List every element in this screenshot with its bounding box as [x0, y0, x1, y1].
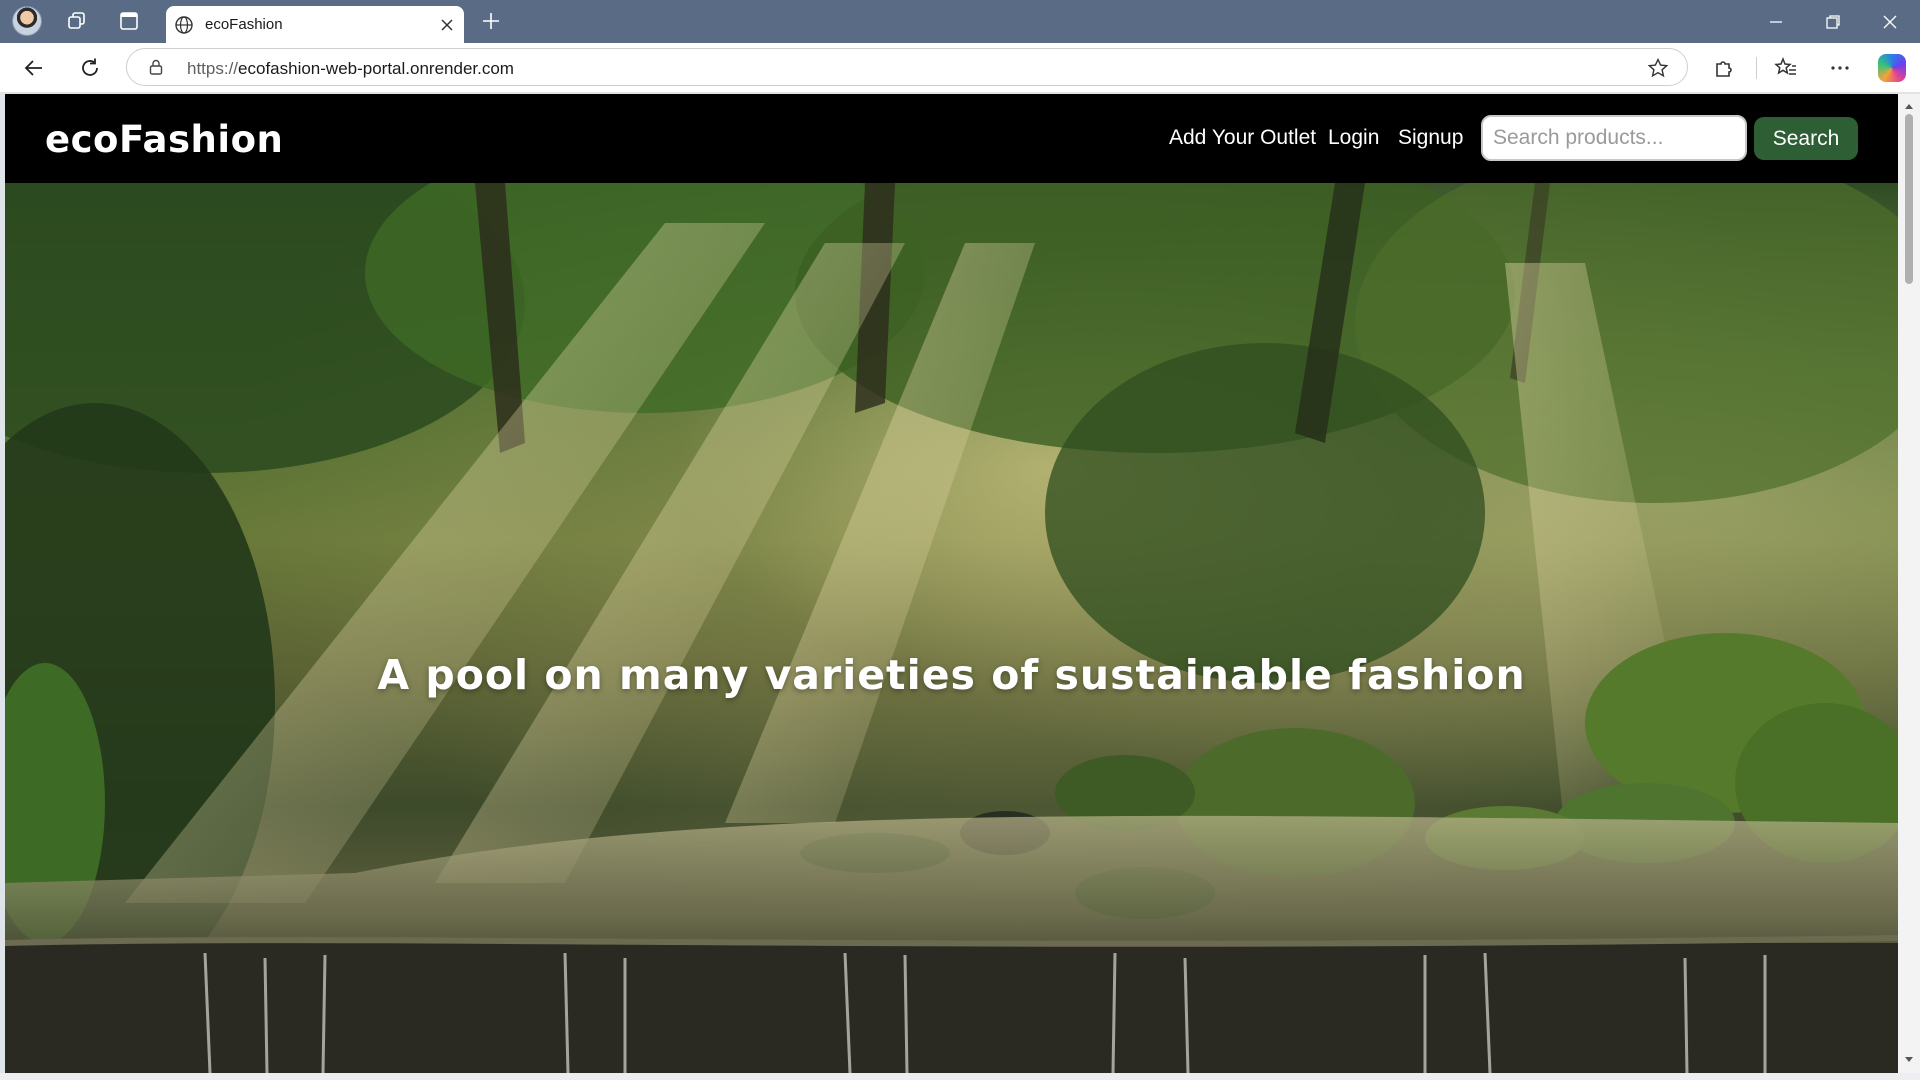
url-text: https://ecofashion-web-portal.onrender.c… [187, 59, 514, 79]
star-icon[interactable] [1647, 57, 1669, 79]
workspaces-icon[interactable] [66, 10, 88, 32]
copilot-icon[interactable] [1878, 54, 1906, 82]
site-navbar: ecoFashion Add Your Outlet Login Signup … [5, 94, 1898, 183]
forest-background-image [5, 183, 1898, 1073]
toolbar-divider [1756, 57, 1757, 79]
restore-icon[interactable] [1823, 12, 1843, 32]
nav-add-outlet-link[interactable]: Add Your Outlet [1169, 126, 1316, 150]
address-bar[interactable]: https://ecofashion-web-portal.onrender.c… [126, 48, 1688, 86]
url-scheme: https:// [187, 59, 239, 78]
close-icon[interactable] [440, 18, 454, 32]
search-button[interactable]: Search [1754, 117, 1858, 160]
tab-title: ecoFashion [205, 16, 283, 33]
scroll-thumb[interactable] [1905, 114, 1913, 284]
browser-toolbar: https://ecofashion-web-portal.onrender.c… [0, 43, 1920, 93]
hero-title: A pool on many varieties of sustainable … [377, 651, 1526, 699]
profile-avatar[interactable] [12, 6, 42, 36]
window-bottom-edge [0, 1073, 1920, 1080]
page-scrollbar[interactable] [1898, 94, 1920, 1073]
site-logo[interactable]: ecoFashion [45, 118, 283, 161]
scroll-down-arrow-icon[interactable] [1904, 1054, 1914, 1064]
browser-titlebar: ecoFashion [0, 0, 1920, 43]
nav-signup-link[interactable]: Signup [1398, 126, 1463, 150]
puzzle-icon[interactable] [1712, 56, 1736, 80]
back-arrow-icon[interactable] [22, 56, 46, 80]
plus-icon[interactable] [480, 10, 502, 32]
tab-ecofashion[interactable]: ecoFashion [166, 6, 464, 43]
hero-banner: A pool on many varieties of sustainable … [5, 183, 1898, 1073]
page-viewport: ecoFashion Add Your Outlet Login Signup … [5, 94, 1898, 1073]
window-close-icon[interactable] [1880, 12, 1900, 32]
nav-login-link[interactable]: Login [1328, 126, 1379, 150]
minimize-icon[interactable] [1766, 12, 1786, 32]
favorites-icon[interactable] [1774, 56, 1798, 80]
refresh-icon[interactable] [78, 56, 102, 80]
globe-icon [175, 16, 193, 34]
scroll-up-arrow-icon[interactable] [1904, 102, 1914, 112]
lock-icon[interactable] [147, 58, 165, 76]
url-host: ecofashion-web-portal.onrender.com [238, 59, 514, 78]
search-input[interactable] [1481, 115, 1747, 161]
more-icon[interactable] [1828, 56, 1852, 80]
tab-actions-icon[interactable] [118, 10, 140, 32]
